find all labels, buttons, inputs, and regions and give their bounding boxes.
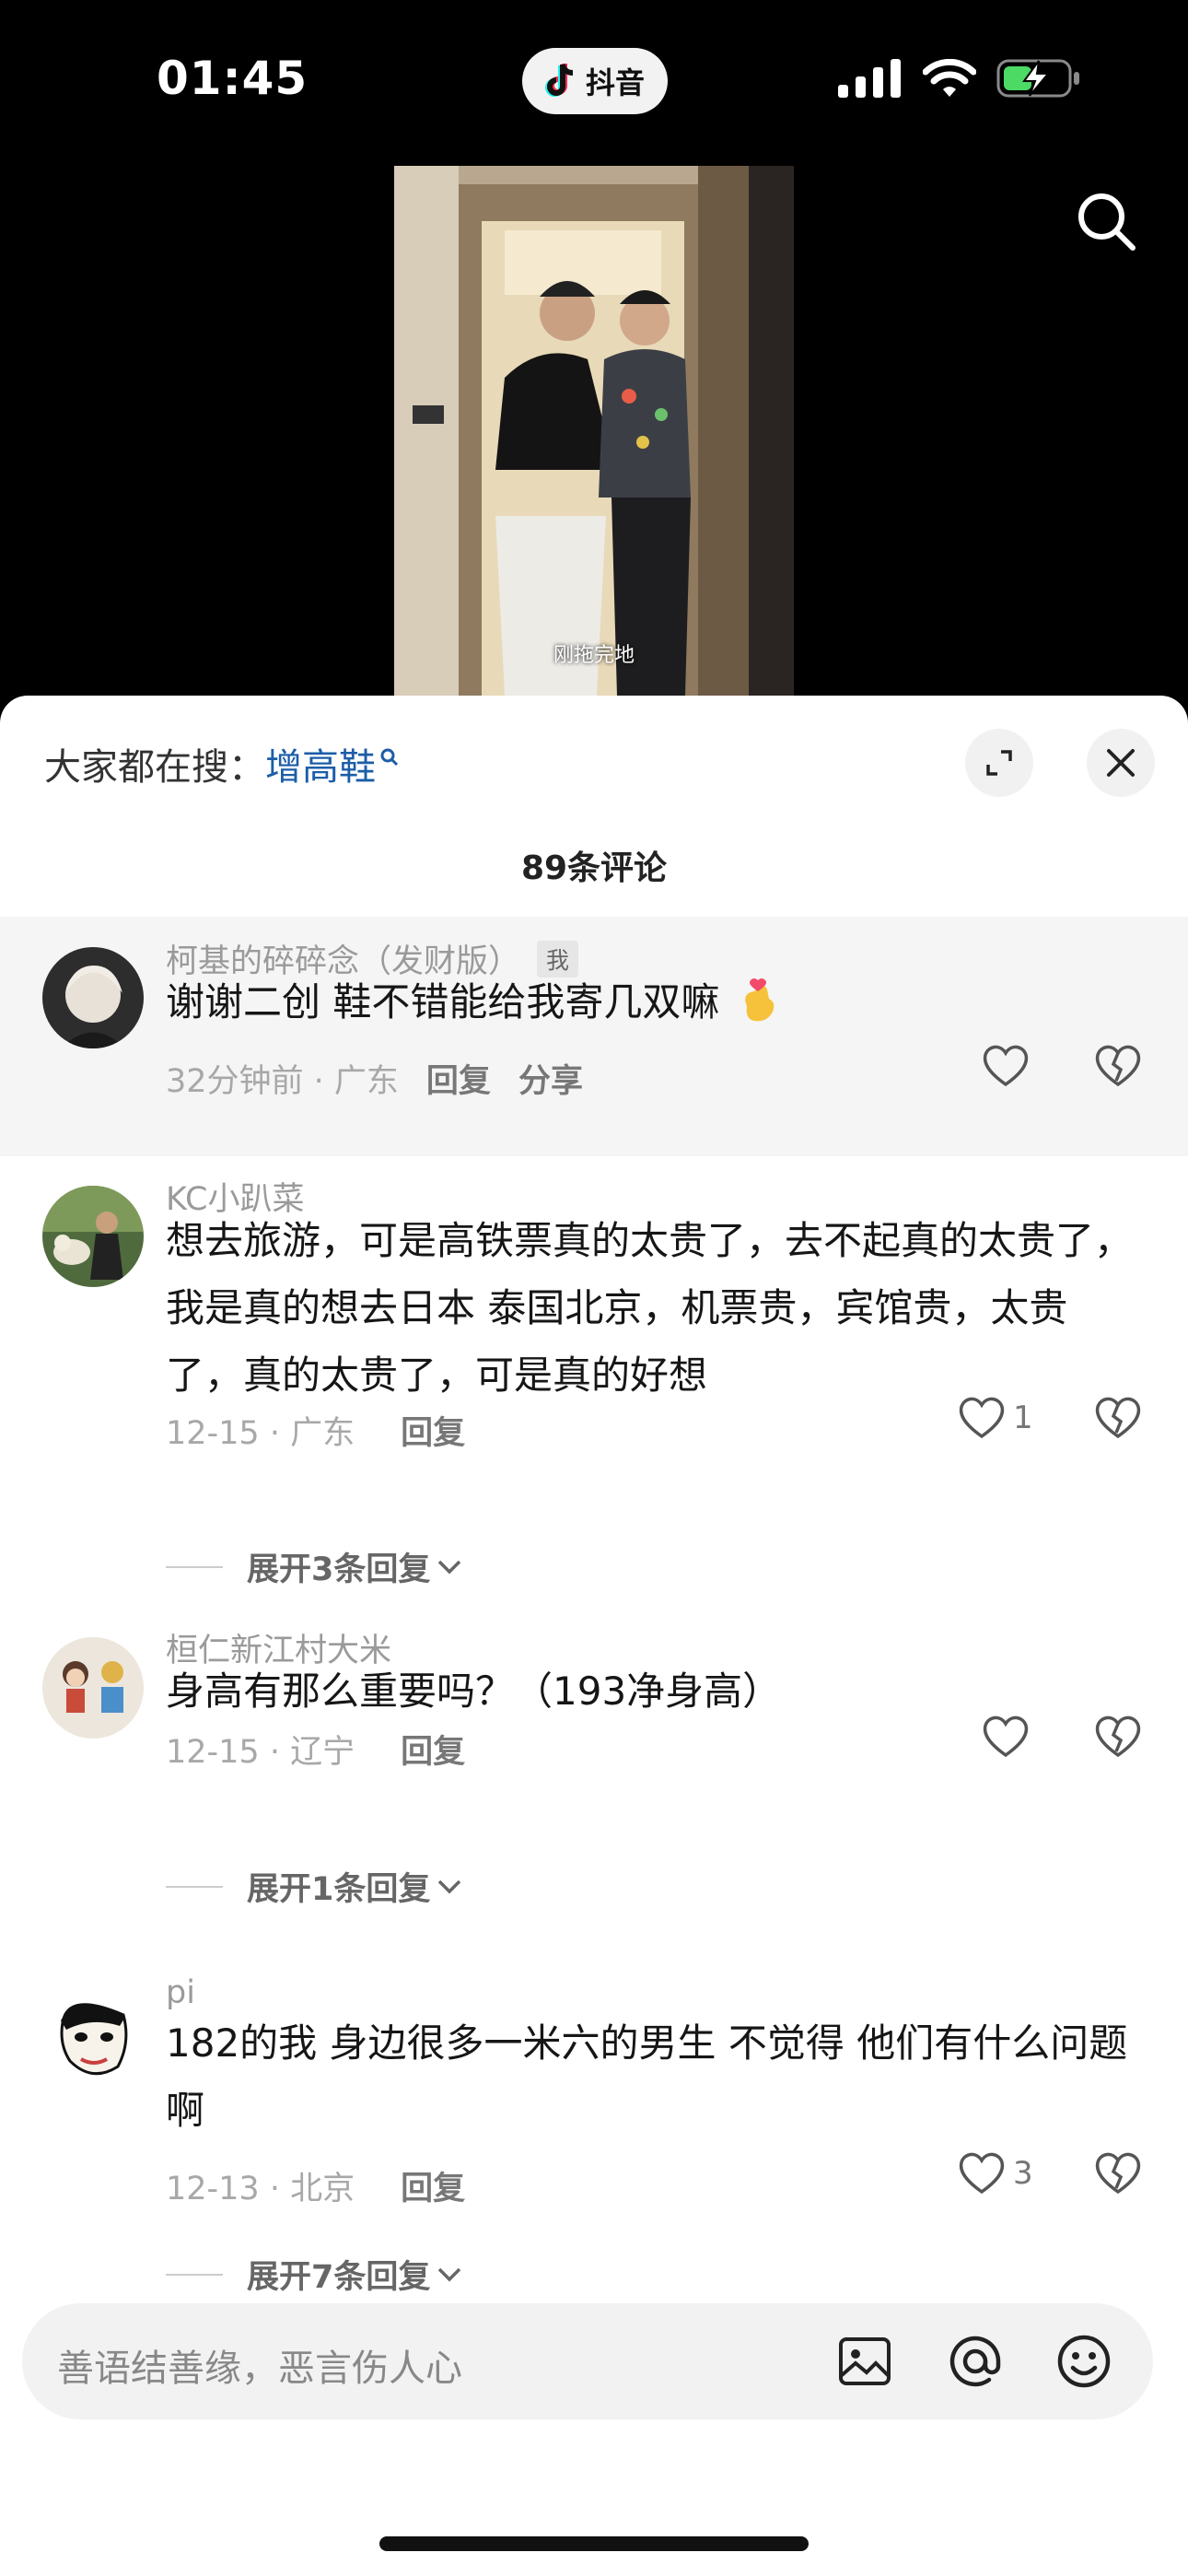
heart-icon <box>959 2152 1005 2195</box>
comments-sheet: 大家都在搜： 增高鞋 89条评论 柯基的碎碎念（发财版） 我 谢谢二创 鞋不错能… <box>0 696 1188 2576</box>
comment-text: 想去旅游，可是高铁票真的太贵了，去不起真的太贵了，我是真的想去日本 泰国北京，机… <box>166 1218 1134 1398</box>
status-bar: 01:45 抖音 <box>0 0 1188 166</box>
app-switch-pill[interactable]: 抖音 <box>522 48 668 114</box>
comment-meta: 12-15 · 辽宁 回复 <box>166 1726 465 1773</box>
home-indicator[interactable] <box>379 2536 809 2551</box>
expand-replies-button[interactable]: 展开7条回复 <box>166 2251 465 2298</box>
expand-button[interactable] <box>965 729 1033 797</box>
image-button[interactable] <box>834 2331 895 2392</box>
comment-input-bar[interactable]: 善语结善缘，恶言伤人心 <box>22 2303 1153 2419</box>
like-count: 3 <box>1013 2155 1033 2192</box>
dislike-button[interactable] <box>1094 1396 1142 1444</box>
close-button[interactable] <box>1087 729 1155 797</box>
app-name-label: 抖音 <box>585 65 645 100</box>
video-scene <box>394 166 794 696</box>
dislike-button[interactable] <box>1094 1715 1142 1762</box>
broken-heart-icon <box>1095 1397 1141 1439</box>
like-button[interactable]: 3 <box>958 2151 1033 2195</box>
comment-text-content: 谢谢二创 鞋不错能给我寄几双嘛 <box>166 979 720 1025</box>
search-icon <box>1078 193 1136 251</box>
status-icons <box>838 57 1081 100</box>
search-button[interactable] <box>1074 189 1140 255</box>
chevron-down-icon <box>438 1879 461 1893</box>
video-frame[interactable]: 刚拖完地 <box>394 166 794 696</box>
status-time: 01:45 <box>157 52 309 105</box>
trending-search[interactable]: 大家都在搜： 增高鞋 <box>44 737 400 790</box>
comment-meta: 12-15 · 广东 回复 <box>166 1407 465 1454</box>
douyin-logo-icon <box>545 64 574 97</box>
mention-button[interactable] <box>945 2331 1006 2392</box>
like-count: 1 <box>1013 1399 1033 1436</box>
reply-button[interactable]: 回复 <box>401 1407 465 1454</box>
comment-text: 谢谢二创 鞋不错能给我寄几双嘛 <box>166 968 1142 1036</box>
comment-time-location: 12-13 · 北京 <box>166 2171 355 2207</box>
like-button[interactable] <box>982 1715 1030 1759</box>
comment-meta: 32分钟前 · 广东 回复 分享 <box>166 1055 583 1102</box>
at-icon <box>949 2336 1001 2387</box>
expand-replies-button[interactable]: 展开1条回复 <box>166 1863 465 1910</box>
video-caption: 刚拖完地 <box>553 644 635 667</box>
heart-icon <box>959 1397 1005 1439</box>
divider <box>166 1885 223 1888</box>
dislike-button[interactable] <box>1094 1044 1142 1092</box>
like-button[interactable]: 1 <box>958 1396 1033 1440</box>
expand-replies-label[interactable]: 展开3条回复 <box>247 1543 430 1590</box>
avatar[interactable] <box>42 1637 144 1739</box>
comment-text: 182的我 身边很多一米六的男生 不觉得 他们有什么问题啊 <box>166 2020 1128 2133</box>
comment-meta: 12-13 · 北京 回复 <box>166 2162 465 2209</box>
avatar[interactable] <box>42 947 144 1048</box>
divider <box>166 1565 223 1568</box>
share-button[interactable]: 分享 <box>518 1055 583 1102</box>
battery-charging-icon <box>996 59 1079 98</box>
wifi-icon <box>923 59 976 97</box>
emoji-icon <box>1057 2335 1111 2388</box>
divider <box>166 2273 223 2276</box>
expand-icon <box>986 750 1012 776</box>
trending-search-prefix: 大家都在搜： <box>44 746 265 789</box>
reply-button[interactable]: 回复 <box>426 1055 491 1102</box>
heart-icon <box>983 1715 1029 1758</box>
signal-icon <box>838 59 901 98</box>
broken-heart-icon <box>1095 2152 1141 2195</box>
avatar[interactable] <box>42 1186 144 1287</box>
comment-count: 89条评论 <box>520 849 668 887</box>
avatar[interactable] <box>42 1985 144 2087</box>
chevron-down-icon <box>438 1560 461 1574</box>
reply-button[interactable]: 回复 <box>401 2162 465 2209</box>
trending-search-keyword[interactable]: 增高鞋 <box>265 737 376 790</box>
comment-input[interactable]: 善语结善缘，恶言伤人心 <box>57 2338 462 2392</box>
search-small-icon <box>380 748 399 767</box>
comment-time-location: 32分钟前 · 广东 <box>166 1063 399 1100</box>
comment-item: KC小趴菜 想去旅游，可是高铁票真的太贵了，去不起真的太贵了，我是真的想去日本 … <box>0 1156 1188 1460</box>
heart-icon <box>983 1045 1029 1087</box>
video-player[interactable]: 刚拖完地 <box>0 166 1188 696</box>
expand-replies-label[interactable]: 展开1条回复 <box>247 1863 430 1910</box>
comment-time-location: 12-15 · 广东 <box>166 1415 355 1452</box>
dislike-button[interactable] <box>1094 2151 1142 2199</box>
finger-heart-emoji-icon <box>744 978 775 1022</box>
broken-heart-icon <box>1095 1045 1141 1087</box>
image-icon <box>839 2337 891 2385</box>
comment-item: pi 182的我 身边很多一米六的男生 不觉得 他们有什么问题啊 12-13 ·… <box>0 1958 1188 2216</box>
emoji-button[interactable] <box>1054 2331 1114 2392</box>
expand-replies-label[interactable]: 展开7条回复 <box>247 2251 430 2298</box>
like-button[interactable] <box>982 1044 1030 1088</box>
chevron-down-icon <box>438 2267 461 2281</box>
comment-item: 桓仁新江村大米 身高有那么重要吗？（193净身高） 12-15 · 辽宁 回复 <box>0 1608 1188 1774</box>
expand-replies-button[interactable]: 展开3条回复 <box>166 1543 465 1590</box>
close-icon <box>1107 749 1135 777</box>
comment-item: 柯基的碎碎念（发财版） 我 谢谢二创 鞋不错能给我寄几双嘛 32分钟前 · 广东… <box>0 917 1188 1156</box>
reply-button[interactable]: 回复 <box>401 1726 465 1773</box>
comment-username[interactable]: pi <box>166 1974 195 2011</box>
comment-time-location: 12-15 · 辽宁 <box>166 1734 355 1771</box>
broken-heart-icon <box>1095 1715 1141 1758</box>
